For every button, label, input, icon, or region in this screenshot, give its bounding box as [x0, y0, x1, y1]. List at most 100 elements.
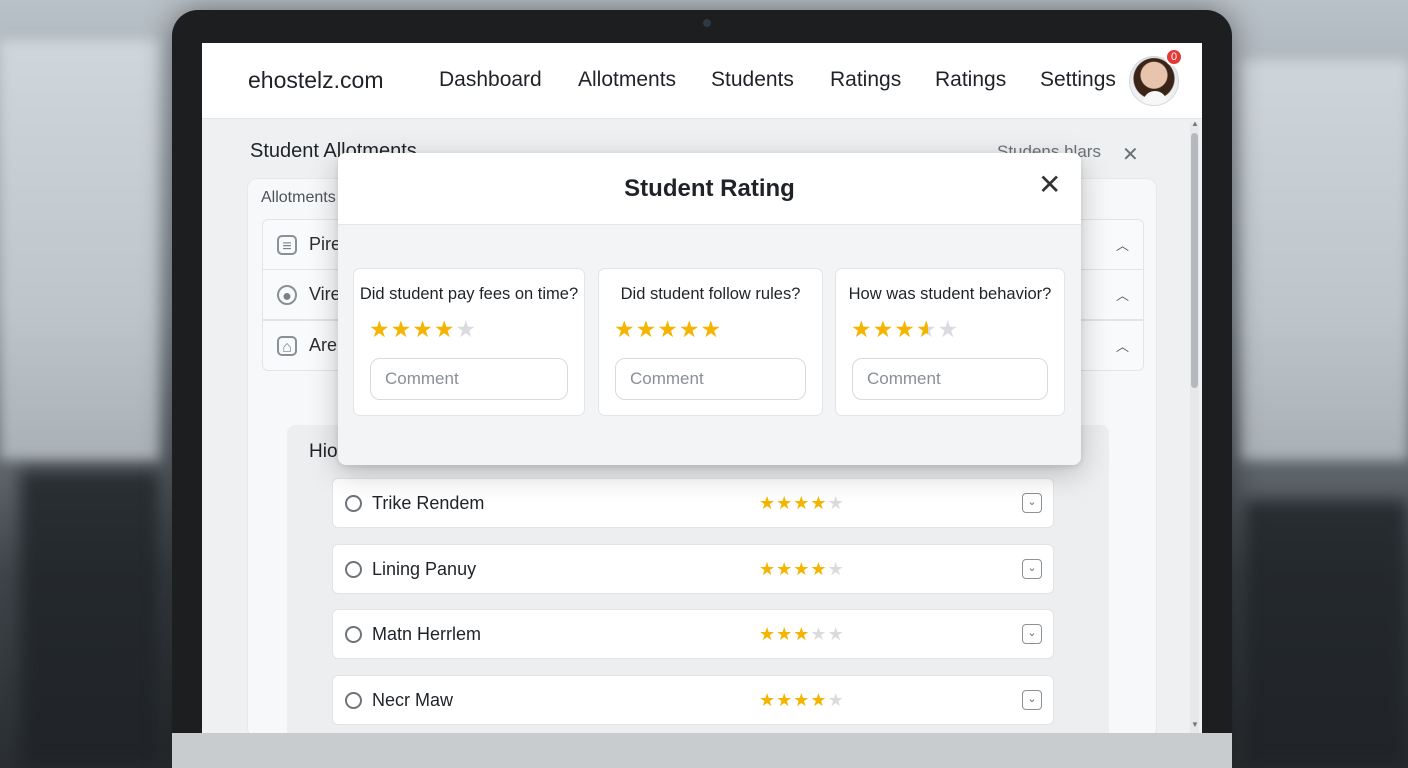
star-filled-icon: ★ [700, 316, 723, 342]
background-window [0, 40, 160, 460]
star-filled-icon: ★ [412, 316, 434, 342]
camera [703, 19, 711, 27]
background-person [20, 470, 160, 768]
student-name: Necr Maw [372, 690, 454, 710]
star-filled-icon: ★ [776, 559, 794, 579]
chevron-down-icon[interactable]: ⌄ [1022, 493, 1042, 513]
rating-question: How was student behavior? [848, 285, 1052, 303]
history-label: Hio [309, 441, 338, 462]
nav-students[interactable]: Students [711, 68, 794, 92]
star-empty-icon: ★ [827, 690, 845, 710]
star-filled-icon: ★ [776, 690, 794, 710]
nav-settings[interactable]: Settings [1040, 68, 1116, 92]
chevron-down-icon[interactable]: ⌄ [1022, 624, 1042, 644]
star-filled-icon: ★ [793, 690, 811, 710]
star-filled-icon: ★ [793, 493, 811, 513]
comment-input[interactable] [615, 358, 806, 400]
star-empty-icon: ★ [810, 624, 828, 644]
table-row[interactable]: Trike Rendem ★★★★★ ⌄ [332, 478, 1054, 528]
table-row[interactable]: Necr Maw ★★★★★ ⌄ [332, 675, 1054, 725]
star-filled-icon: ★ [776, 624, 794, 644]
chevron-down-icon[interactable]: ⌄ [1022, 690, 1042, 710]
star-filled-icon: ★ [894, 316, 916, 342]
close-icon[interactable]: ✕ [1122, 142, 1139, 167]
comment-input[interactable] [852, 358, 1048, 400]
student-name: Lining Panuy [372, 559, 477, 579]
rating-stars: ★★★★★ [759, 559, 845, 580]
brand-logo[interactable]: ehostelz.com [248, 67, 384, 94]
user-icon: ● [277, 284, 297, 305]
star-filled-icon: ★ [810, 690, 828, 710]
star-filled-icon: ★ [793, 624, 811, 644]
star-empty-icon: ★ [827, 624, 845, 644]
accordion-label: Pire [309, 234, 342, 254]
star-filled-icon: ★ [390, 316, 413, 342]
star-filled-icon: ★ [759, 559, 777, 579]
rating-question: Did student pay fees on time? [359, 285, 579, 303]
star-filled-icon: ★ [635, 316, 658, 342]
star-filled-icon: ★ [614, 316, 636, 342]
star-rating-input[interactable]: ★★★★★ [851, 316, 959, 343]
scrollbar-thumb[interactable] [1191, 133, 1198, 388]
row-radio[interactable] [345, 626, 362, 643]
star-filled-icon: ★ [759, 690, 777, 710]
rating-stars: ★★★★★ [759, 624, 845, 645]
rating-card-behavior: How was student behavior? ★★★★★ [835, 268, 1065, 416]
star-filled-icon: ★ [872, 316, 895, 342]
star-rating-input[interactable]: ★★★★★ [614, 316, 722, 343]
student-rating-modal: Student Rating ✕ Did student pay fees on… [338, 153, 1081, 465]
accordion-label: Vire [309, 284, 341, 304]
comment-input[interactable] [370, 358, 568, 400]
chevron-up-icon[interactable]: ︿ [1116, 235, 1129, 254]
student-name: Trike Rendem [372, 493, 485, 513]
chevron-down-icon[interactable]: ⌄ [1022, 559, 1042, 579]
table-row[interactable]: Lining Panuy ★★★★★ ⌄ [332, 544, 1054, 594]
star-filled-icon: ★ [810, 493, 828, 513]
accordion-label: Are [309, 335, 338, 355]
rating-stars: ★★★★★ [759, 493, 845, 514]
star-filled-icon: ★ [433, 316, 456, 342]
chevron-up-icon[interactable]: ︿ [1116, 285, 1129, 304]
nav-allotments[interactable]: Allotments [578, 68, 676, 92]
star-empty-icon: ★ [827, 493, 845, 513]
scroll-down-arrow-icon[interactable]: ▼ [1191, 720, 1199, 729]
star-filled-icon: ★ [657, 316, 679, 342]
rating-question: Did student follow rules? [620, 285, 801, 303]
chevron-up-icon[interactable]: ︿ [1116, 336, 1129, 355]
background-desk [1245, 500, 1408, 768]
star-rating-input[interactable]: ★★★★★ [369, 316, 477, 343]
star-filled-icon: ★ [759, 493, 777, 513]
nav-dashboard[interactable]: Dashboard [439, 68, 542, 92]
rating-card-rules: Did student follow rules? ★★★★★ [598, 268, 823, 416]
building-icon: ⌂ [277, 335, 297, 356]
star-filled-icon: ★ [810, 559, 828, 579]
scroll-up-arrow-icon[interactable]: ▲ [1191, 119, 1199, 128]
rating-card-fees: Did student pay fees on time? ★★★★★ [353, 268, 585, 416]
modal-header: Student Rating ✕ [338, 153, 1081, 225]
modal-title: Student Rating [624, 175, 795, 202]
top-navbar: ehostelz.com Dashboard Allotments Studen… [202, 43, 1202, 119]
row-radio[interactable] [345, 561, 362, 578]
star-empty-icon: ★ [827, 559, 845, 579]
close-icon[interactable]: ✕ [1038, 171, 1061, 199]
background-window [1240, 60, 1408, 460]
star-filled-icon: ★ [678, 316, 701, 342]
star-filled-icon: ★ [776, 493, 794, 513]
star-half-icon: ★ [915, 316, 938, 342]
star-filled-icon: ★ [369, 316, 391, 342]
panel-label: Allotments [261, 189, 336, 206]
document-icon: ≡ [277, 234, 297, 255]
monitor-bezel [172, 733, 1232, 768]
star-filled-icon: ★ [759, 624, 777, 644]
star-filled-icon: ★ [851, 316, 873, 342]
row-radio[interactable] [345, 692, 362, 709]
nav-ratings[interactable]: Ratings [830, 68, 901, 92]
notification-badge[interactable]: 0 [1165, 48, 1183, 66]
rating-stars: ★★★★★ [759, 690, 845, 711]
screen: ehostelz.com Dashboard Allotments Studen… [202, 43, 1202, 733]
row-radio[interactable] [345, 495, 362, 512]
nav-ratings-2[interactable]: Ratings [935, 68, 1006, 92]
student-name: Matn Herrlem [372, 624, 482, 644]
table-row[interactable]: Matn Herrlem ★★★★★ ⌄ [332, 609, 1054, 659]
star-empty-icon: ★ [455, 316, 478, 342]
